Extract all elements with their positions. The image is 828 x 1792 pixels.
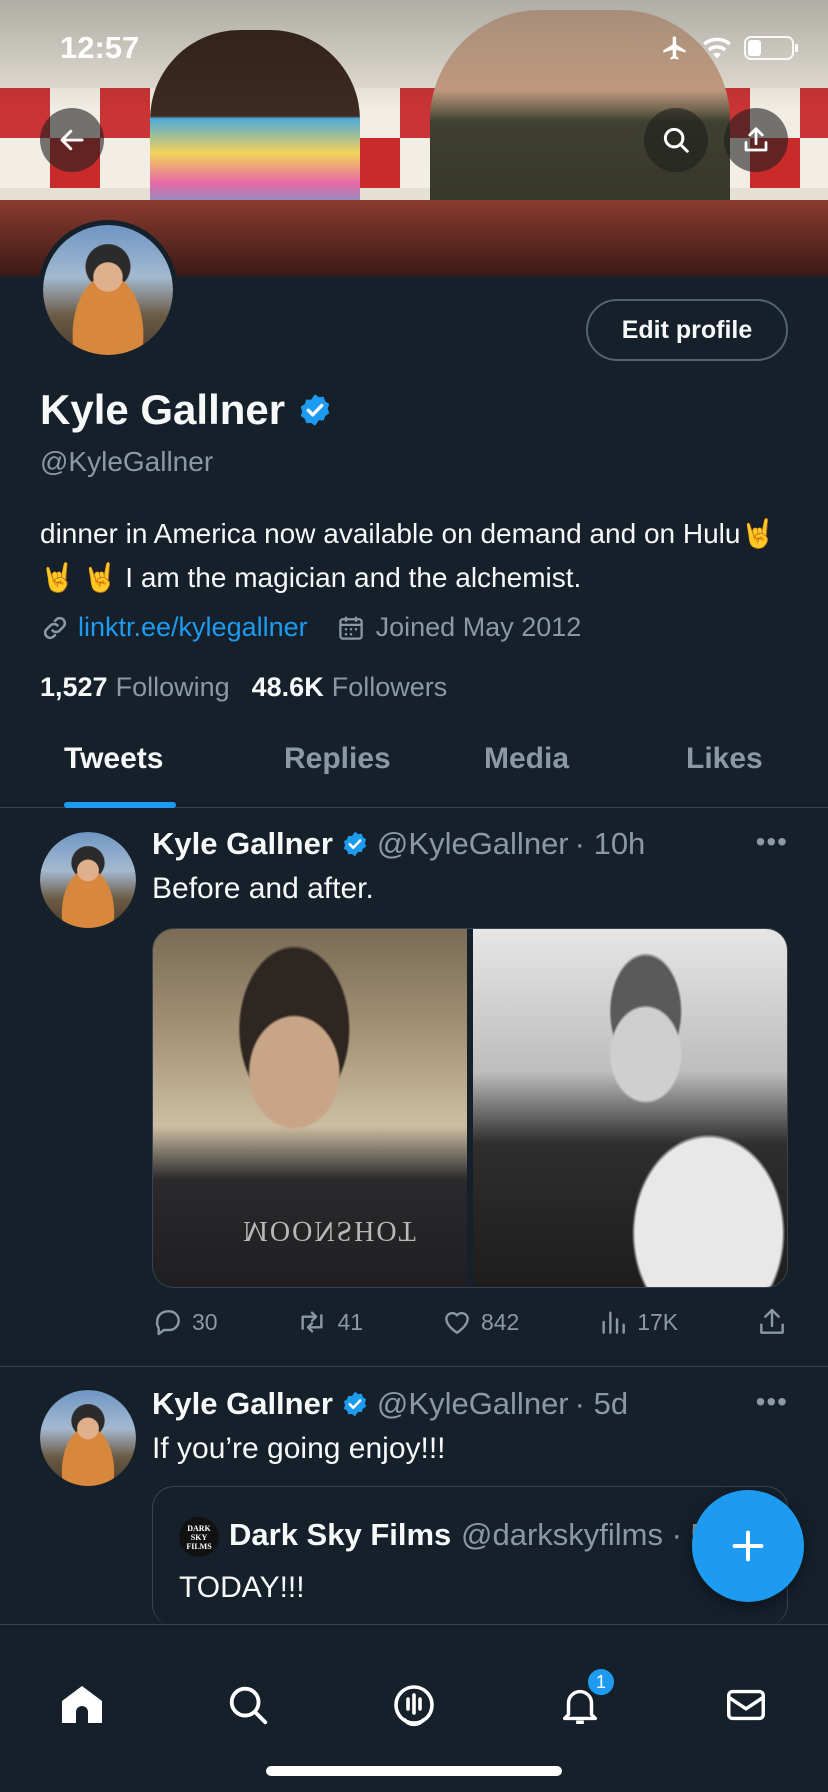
reply-button[interactable]: 30 <box>152 1306 218 1338</box>
followers-count[interactable]: 48.6K <box>252 672 324 703</box>
calendar-icon <box>338 616 363 640</box>
views-count: 17K <box>637 1308 679 1335</box>
reply-icon <box>155 1310 180 1336</box>
status-icons <box>660 34 798 62</box>
tab-likes[interactable]: Likes <box>686 742 763 776</box>
tab-tweets[interactable]: Tweets <box>64 742 163 776</box>
battery-icon <box>744 36 798 60</box>
tweet-avatar[interactable] <box>40 1390 136 1486</box>
back-arrow-icon <box>60 129 84 151</box>
wifi-icon <box>703 37 731 59</box>
spaces-icon <box>394 1685 434 1727</box>
retweet-button[interactable]: 41 <box>295 1306 363 1338</box>
like-button[interactable]: 842 <box>441 1306 519 1338</box>
like-count: 842 <box>480 1308 520 1335</box>
nav-notifications[interactable]: 1 <box>550 1667 616 1735</box>
tweet-header: Kyle Gallner @KyleGallner · 5d <box>152 1386 628 1422</box>
tweet-text: Before and after. <box>152 872 374 905</box>
search-button[interactable] <box>644 108 708 172</box>
profile-name: Kyle Gallner <box>40 386 286 433</box>
mail-icon <box>727 1689 765 1721</box>
tweet-avatar[interactable] <box>40 832 136 928</box>
share-icon <box>744 127 768 152</box>
retweet-count: 41 <box>337 1308 364 1335</box>
quoted-avatar: DARK SKY FILMS <box>179 1517 219 1557</box>
search-icon <box>229 1686 268 1725</box>
share-icon <box>760 1308 784 1334</box>
status-time: 12:57 <box>60 30 140 65</box>
profile-handle: @KyleGallner <box>40 446 214 477</box>
tweet-header: Kyle Gallner @KyleGallner · 10h <box>152 826 645 862</box>
profile-avatar[interactable] <box>38 220 178 360</box>
notifications-badge: 1 <box>586 1667 616 1697</box>
verified-badge-icon[interactable] <box>297 392 333 428</box>
verified-badge-icon <box>343 831 367 857</box>
quoted-author-handle: @darkskyfilms · 5 <box>461 1517 708 1552</box>
share-profile-button[interactable] <box>724 108 788 172</box>
more-options-icon[interactable]: ••• <box>756 1386 788 1418</box>
follow-stats: 1,527 Following 48.6K Followers <box>40 672 447 703</box>
tab-media[interactable]: Media <box>484 742 569 776</box>
profile-tabs: Tweets Replies Media Likes <box>0 730 828 808</box>
nav-search[interactable] <box>218 1675 278 1735</box>
tweet-author-handle[interactable]: @KyleGallner <box>377 1386 569 1422</box>
tweet-time: · 5d <box>574 1386 629 1421</box>
home-indicator <box>266 1766 562 1776</box>
airplane-mode-icon <box>663 36 686 60</box>
plus-icon <box>732 1530 764 1562</box>
reply-count: 30 <box>192 1308 218 1335</box>
profile-joined-date: Joined May 2012 <box>375 612 582 642</box>
active-tab-indicator <box>64 802 176 808</box>
followers-label[interactable]: Followers <box>332 672 448 703</box>
views-chart-icon <box>602 1311 626 1334</box>
tweet-time: · 10h <box>574 826 646 861</box>
compose-tweet-button[interactable] <box>692 1490 804 1602</box>
profile-website-link[interactable]: linktr.ee/kylegallner <box>78 612 308 643</box>
share-tweet-button[interactable] <box>756 1306 788 1338</box>
search-icon <box>663 127 689 153</box>
tweet-text: If you’re going enjoy!!! <box>152 1432 446 1465</box>
back-button[interactable] <box>40 108 104 172</box>
nav-home[interactable] <box>52 1675 112 1735</box>
link-icon <box>43 616 67 639</box>
more-options-icon[interactable]: ••• <box>756 826 788 858</box>
tweet-author-handle[interactable]: @KyleGallner <box>377 826 569 862</box>
tab-replies[interactable]: Replies <box>284 742 391 776</box>
following-count[interactable]: 1,527 <box>40 672 108 703</box>
media-photo-after[interactable] <box>473 929 787 1287</box>
status-bar: 12:57 <box>0 0 828 100</box>
media-photo-before[interactable]: MOONSHOT <box>153 929 467 1287</box>
retweet-icon <box>301 1311 324 1333</box>
quoted-author-name: Dark Sky Films <box>229 1517 452 1552</box>
quoted-text: TODAY!!! <box>179 1571 305 1604</box>
tweet-divider <box>0 1366 828 1367</box>
nav-messages[interactable] <box>716 1675 776 1735</box>
tweet-actions: 30 41 842 17K <box>152 1306 788 1338</box>
home-icon <box>62 1686 102 1723</box>
edit-profile-button[interactable]: Edit profile <box>586 299 788 361</box>
verified-badge-icon <box>343 1391 367 1417</box>
profile-meta: linktr.ee/kylegallner Joined May 2012 <box>40 612 581 643</box>
following-label[interactable]: Following <box>116 672 230 703</box>
tweet-media[interactable]: MOONSHOT <box>152 928 788 1288</box>
tweet-author-name[interactable]: Kyle Gallner <box>152 1386 333 1422</box>
profile-bio: dinner in America now available on deman… <box>40 518 776 593</box>
views-button[interactable]: 17K <box>597 1306 678 1338</box>
heart-icon <box>445 1311 469 1334</box>
tweet-author-name[interactable]: Kyle Gallner <box>152 826 333 862</box>
nav-spaces[interactable] <box>384 1675 444 1735</box>
media-shirt-text: MOONSHOT <box>243 1215 418 1246</box>
profile-name-row: Kyle Gallner <box>40 386 333 434</box>
